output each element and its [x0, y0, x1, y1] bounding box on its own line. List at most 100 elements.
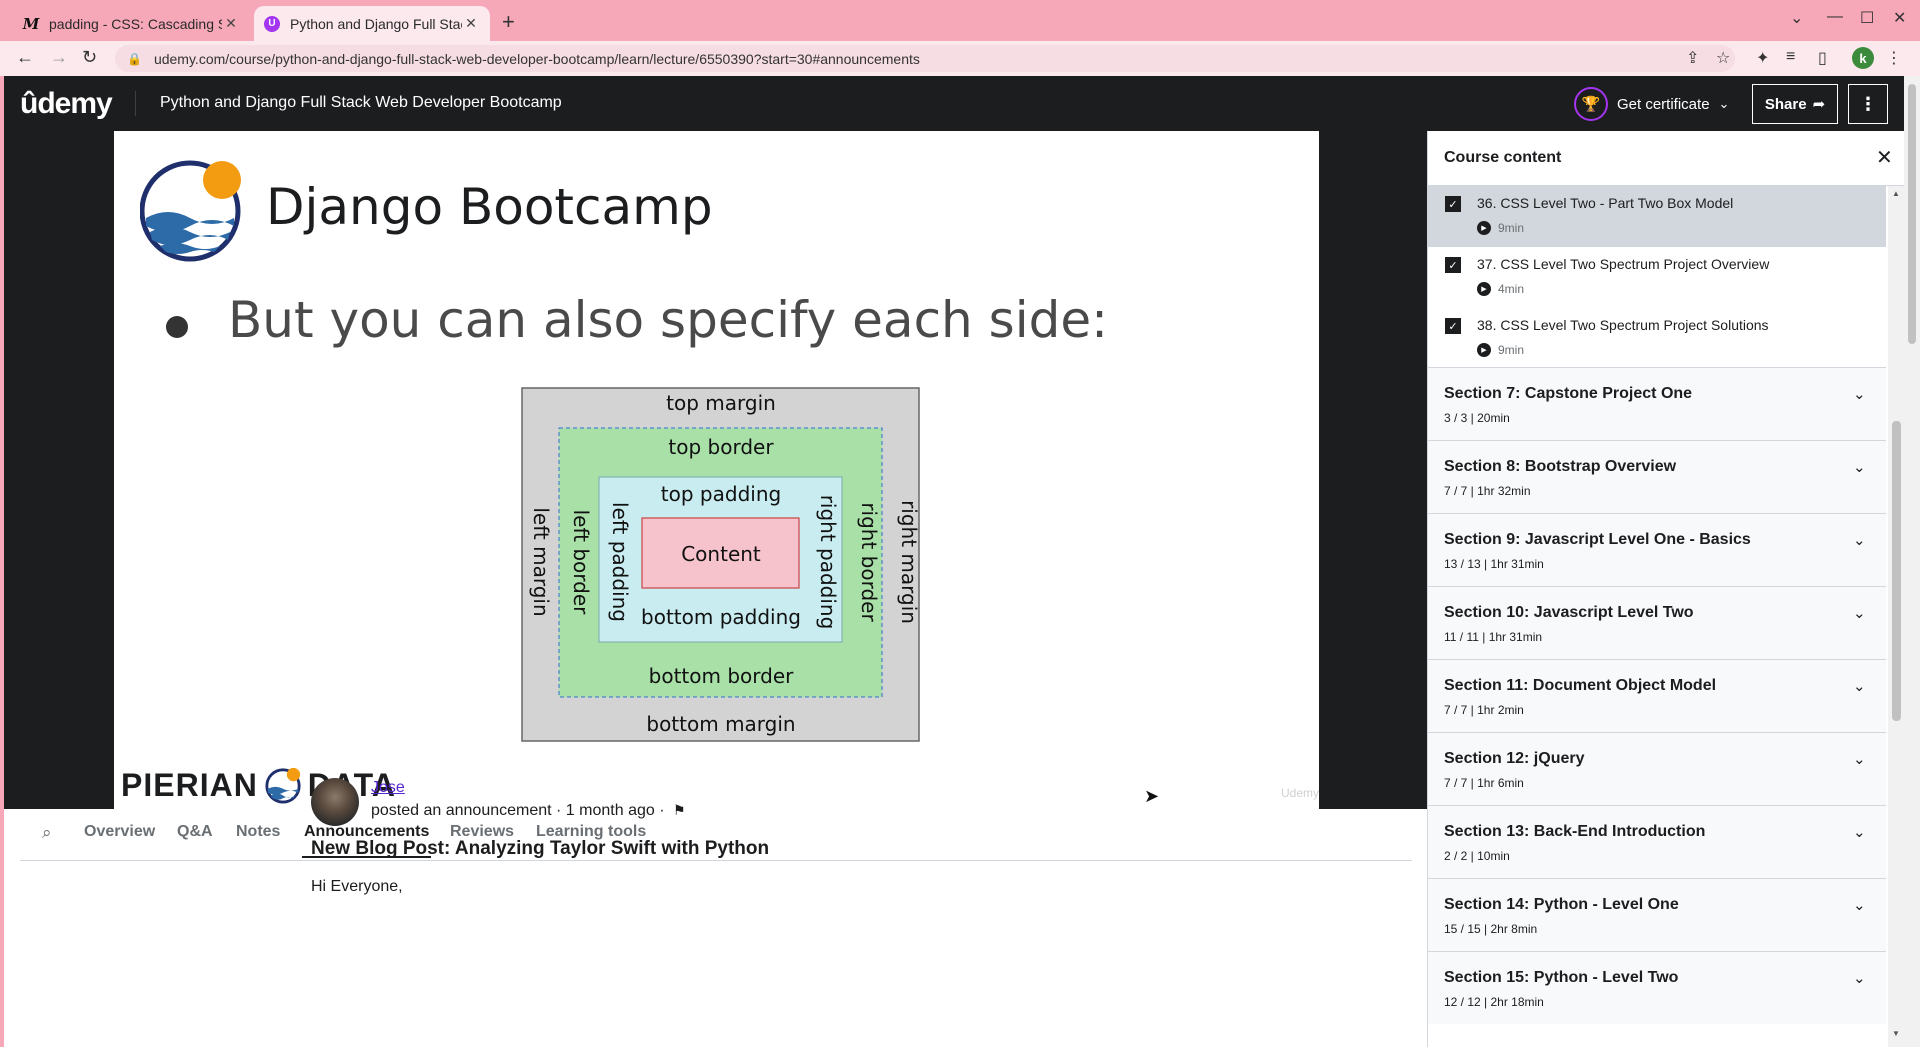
lecture-duration: ▶ 4min	[1477, 282, 1524, 296]
avatar[interactable]	[311, 778, 359, 826]
lecture-name: 36. CSS Level Two - Part Two Box Model	[1477, 195, 1734, 211]
mdn-favicon-icon: M	[22, 14, 40, 33]
maximize-icon[interactable]: ☐	[1860, 8, 1874, 28]
chevron-down-icon: ⌄	[1853, 678, 1866, 695]
new-tab-icon[interactable]: +	[502, 9, 515, 35]
udemy-watermark: Udemy	[1280, 786, 1319, 800]
video-player[interactable]: Django Bootcamp But you can also specify…	[4, 131, 1427, 809]
section-item[interactable]: Section 8: Bootstrap Overview 7 / 7 | 1h…	[1428, 440, 1886, 513]
author-link[interactable]: Jose	[371, 779, 405, 797]
slide-title: Django Bootcamp	[266, 178, 713, 236]
section-item[interactable]: Section 15: Python - Level Two 12 / 12 |…	[1428, 951, 1886, 1024]
bottom-margin-label: bottom margin	[646, 712, 795, 736]
more-options-button[interactable]: ⋮	[1848, 84, 1888, 124]
section-meta: 7 / 7 | 1hr 2min	[1444, 703, 1524, 717]
tab-search-chevron-icon[interactable]: ⌄	[1790, 8, 1803, 28]
profile-avatar[interactable]: k	[1852, 47, 1874, 69]
section-name: Section 11: Document Object Model	[1444, 677, 1717, 694]
section-item[interactable]: Section 12: jQuery 7 / 7 | 1hr 6min ⌄	[1428, 732, 1886, 805]
chevron-down-icon: ⌄	[1853, 970, 1866, 987]
right-border-label: right border	[857, 502, 881, 622]
lecture-name: 38. CSS Level Two Spectrum Project Solut…	[1477, 317, 1769, 333]
scroll-down-icon[interactable]: ▼	[1892, 1029, 1900, 1038]
tab-qa[interactable]: Q&A	[177, 823, 213, 841]
scroll-up-icon[interactable]: ▲	[1892, 189, 1900, 198]
page-scrollbar[interactable]	[1904, 76, 1920, 1047]
lecture-item[interactable]: ✓ 37. CSS Level Two Spectrum Project Ove…	[1428, 247, 1886, 308]
browser-tab-mdn[interactable]: M padding - CSS: Cascading Styl ✕	[13, 6, 250, 41]
tab-notes[interactable]: Notes	[236, 823, 280, 841]
lecture-duration: ▶ 9min	[1477, 221, 1524, 235]
lock-icon: 🔒	[127, 51, 142, 66]
extensions-icon[interactable]: ✦	[1756, 48, 1769, 68]
content-label: Content	[681, 542, 761, 566]
tab-overview[interactable]: Overview	[84, 823, 155, 841]
url-text: udemy.com/course/python-and-django-full-…	[153, 50, 920, 67]
udemy-logo[interactable]: ûdemy	[20, 87, 113, 121]
sidebar-scroll-thumb[interactable]	[1892, 421, 1901, 721]
close-icon[interactable]: ✕	[1876, 145, 1893, 170]
section-name: Section 13: Back-End Introduction	[1444, 823, 1706, 840]
url-bar[interactable]: 🔒 udemy.com/course/python-and-django-ful…	[115, 45, 1735, 72]
share-button[interactable]: Share ➦	[1752, 84, 1838, 124]
section-meta: 2 / 2 | 10min	[1444, 849, 1510, 863]
section-item[interactable]: Section 14: Python - Level One 15 / 15 |…	[1428, 878, 1886, 951]
certificate-label: Get certificate	[1617, 95, 1710, 113]
checkbox-checked[interactable]: ✓	[1445, 257, 1461, 273]
section-item[interactable]: Section 11: Document Object Model 7 / 7 …	[1428, 659, 1886, 732]
lecture-slide: Django Bootcamp But you can also specify…	[114, 131, 1319, 809]
duration-text: 9min	[1498, 343, 1525, 357]
trophy-icon: 🏆	[1574, 87, 1608, 121]
section-name: Section 10: Javascript Level Two	[1444, 604, 1694, 621]
duration-text: 4min	[1498, 282, 1525, 296]
lecture-item[interactable]: ✓ 36. CSS Level Two - Part Two Box Model…	[1428, 186, 1886, 247]
lecture-item[interactable]: ✓ 38. CSS Level Two Spectrum Project Sol…	[1428, 308, 1886, 369]
forward-icon[interactable]: →	[50, 47, 68, 68]
chevron-down-icon: ⌄	[1853, 751, 1866, 768]
page-scroll-thumb[interactable]	[1908, 84, 1916, 344]
brand-left: PIERIAN	[121, 766, 258, 803]
pierian-mini-logo-icon	[265, 767, 301, 804]
play-icon: ▶	[1477, 343, 1491, 357]
close-tab-icon[interactable]: ✕	[462, 15, 480, 32]
section-name: Section 9: Javascript Level One - Basics	[1444, 531, 1751, 548]
share-page-icon[interactable]: ⇪	[1686, 48, 1699, 68]
mouse-cursor-icon: ➤	[1144, 786, 1160, 806]
chevron-down-icon: ⌄	[1853, 897, 1866, 914]
chevron-down-icon: ⌄	[1853, 459, 1866, 476]
announcement-body: Hi Everyone,	[311, 878, 403, 895]
section-name: Section 14: Python - Level One	[1444, 896, 1679, 913]
bookmark-star-icon[interactable]: ☆	[1716, 48, 1730, 68]
share-label: Share	[1764, 95, 1807, 113]
checkbox-checked[interactable]: ✓	[1445, 196, 1461, 212]
search-icon[interactable]: ⌕	[42, 823, 52, 843]
browser-tab-udemy[interactable]: U Python and Django Full Stack ✕	[254, 6, 490, 41]
get-certificate-button[interactable]: 🏆 Get certificate ⌄	[1574, 87, 1729, 121]
tab-title: padding - CSS: Cascading Styl	[49, 15, 222, 32]
section-item[interactable]: Section 13: Back-End Introduction 2 / 2 …	[1428, 805, 1886, 878]
section-meta: 3 / 3 | 20min	[1444, 411, 1510, 425]
play-icon: ▶	[1477, 221, 1491, 235]
chevron-down-icon: ⌄	[1853, 824, 1866, 841]
slide-bullet-text: But you can also specify each side:	[228, 291, 1108, 349]
section-meta: 13 / 13 | 1hr 31min	[1444, 557, 1544, 571]
window-close-icon[interactable]: ✕	[1893, 8, 1906, 28]
minimize-icon[interactable]: —	[1827, 8, 1843, 26]
flag-icon[interactable]: ⚑	[673, 802, 686, 818]
section-item[interactable]: Section 9: Javascript Level One - Basics…	[1428, 513, 1886, 586]
section-meta: 7 / 7 | 1hr 32min	[1444, 484, 1531, 498]
reload-icon[interactable]: ↻	[82, 47, 97, 68]
section-meta: 11 / 11 | 1hr 31min	[1444, 630, 1543, 644]
side-panel-icon[interactable]: ▯	[1818, 48, 1827, 68]
section-item[interactable]: Section 10: Javascript Level Two 11 / 11…	[1428, 586, 1886, 659]
course-title[interactable]: Python and Django Full Stack Web Develop…	[160, 94, 562, 112]
browser-menu-icon[interactable]: ⋮	[1886, 48, 1902, 68]
checkbox-checked[interactable]: ✓	[1445, 318, 1461, 334]
media-icon[interactable]: ≡	[1786, 48, 1795, 66]
section-item[interactable]: Section 7: Capstone Project One 3 / 3 | …	[1428, 367, 1886, 440]
top-border-label: top border	[668, 435, 774, 459]
close-tab-icon[interactable]: ✕	[222, 15, 240, 32]
section-name: Section 12: jQuery	[1444, 750, 1585, 767]
browser-tab-bar: M padding - CSS: Cascading Styl ✕ U Pyth…	[0, 0, 1920, 41]
back-icon[interactable]: ←	[16, 47, 34, 68]
